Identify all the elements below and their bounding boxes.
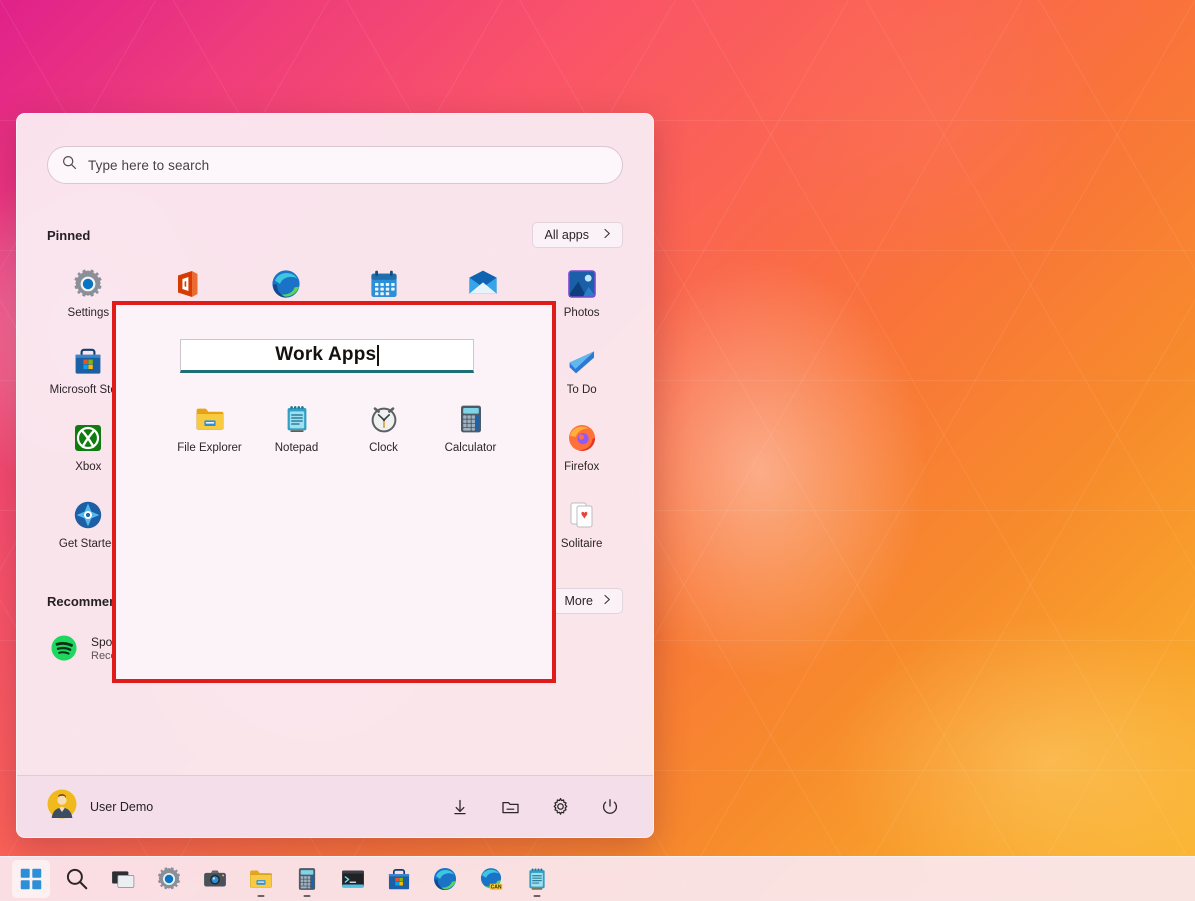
pinned-app-label: Get Started [59, 538, 118, 550]
chevron-right-icon [603, 594, 612, 608]
power-button[interactable] [597, 794, 623, 820]
folder-app-tile[interactable]: Calculator [429, 399, 512, 458]
pinned-app-label: Xbox [75, 461, 101, 473]
desktop[interactable]: Type here to search Pinned All apps Sett… [0, 0, 1195, 901]
pinned-app-label: Settings [68, 307, 110, 319]
taskbar-item-file-explorer[interactable] [242, 860, 280, 898]
folder-apps-grid: File Explorer Notepad Clock Calculator [116, 373, 552, 458]
more-button[interactable]: More [552, 588, 623, 614]
pinned-app-label: Solitaire [561, 538, 603, 550]
folder-app-tile[interactable]: Clock [342, 399, 425, 458]
search-icon [64, 866, 90, 892]
svg-text:CAN: CAN [491, 884, 502, 890]
taskbar-item-task-view[interactable] [104, 860, 142, 898]
calendar-icon [368, 268, 400, 300]
running-indicator [258, 895, 265, 898]
folder-app-label: File Explorer [177, 442, 242, 454]
pinned-app-label: Photos [564, 307, 600, 319]
search-icon [62, 155, 77, 175]
settings-gear-icon [72, 268, 104, 300]
running-indicator [534, 895, 541, 898]
more-label: More [565, 594, 593, 608]
taskbar-item-notepad[interactable] [518, 860, 556, 898]
taskbar-item-settings[interactable] [150, 860, 188, 898]
terminal-icon [340, 866, 366, 892]
taskbar: CAN [0, 856, 1195, 901]
folder-icon [248, 866, 274, 892]
text-caret [377, 345, 379, 366]
folder-rename-dialog: Work Apps File Explorer Notepad Clock Calcu… [112, 301, 556, 683]
solitaire-icon [566, 499, 598, 531]
settings-button[interactable] [547, 794, 573, 820]
notepad-icon [281, 403, 313, 435]
folder-app-tile[interactable]: Notepad [255, 399, 338, 458]
calculator-icon [455, 403, 487, 435]
todo-check-icon [566, 345, 598, 377]
spotify-icon [49, 633, 79, 663]
search-input[interactable]: Type here to search [47, 146, 623, 184]
taskbar-item-edge-canary[interactable]: CAN [472, 860, 510, 898]
windows-start-icon [18, 866, 44, 892]
taskbar-item-calculator[interactable] [288, 860, 326, 898]
get-started-icon [72, 499, 104, 531]
downloads-button[interactable] [447, 794, 473, 820]
photos-icon [566, 268, 598, 300]
chevron-right-icon [603, 228, 612, 242]
edge-icon [432, 866, 458, 892]
xbox-icon [72, 422, 104, 454]
microsoft-store-icon [386, 866, 412, 892]
microsoft-store-icon [72, 345, 104, 377]
all-apps-button[interactable]: All apps [532, 222, 623, 248]
user-bar: User Demo [17, 775, 653, 837]
user-name-label: User Demo [90, 800, 153, 814]
search-row: Type here to search [17, 114, 653, 184]
notepad-icon [524, 866, 550, 892]
clock-icon [368, 403, 400, 435]
edge-canary-icon: CAN [478, 866, 504, 892]
folder-app-tile[interactable]: File Explorer [168, 399, 251, 458]
pinned-header: Pinned All apps [17, 184, 653, 248]
office-icon [171, 268, 203, 300]
firefox-icon [566, 422, 598, 454]
folder-icon [194, 403, 226, 435]
user-avatar-icon [47, 789, 77, 824]
mail-envelope-icon [467, 268, 499, 300]
folder-name-value: Work Apps [275, 344, 376, 366]
pinned-app-label: Firefox [564, 461, 599, 473]
folder-app-label: Calculator [445, 442, 497, 454]
calculator-icon [294, 866, 320, 892]
taskbar-item-start[interactable] [12, 860, 50, 898]
folder-app-label: Notepad [275, 442, 318, 454]
taskbar-item-microsoft-edge[interactable] [426, 860, 464, 898]
documents-button[interactable] [497, 794, 523, 820]
camera-icon [202, 866, 228, 892]
all-apps-label: All apps [545, 228, 589, 242]
taskbar-item-search[interactable] [58, 860, 96, 898]
running-indicator [304, 895, 311, 898]
search-placeholder-text: Type here to search [88, 158, 209, 173]
taskbar-item-microsoft-store[interactable] [380, 860, 418, 898]
pinned-title: Pinned [47, 228, 90, 243]
folder-name-input[interactable]: Work Apps [180, 339, 474, 373]
user-account-button[interactable]: User Demo [47, 789, 153, 824]
folder-name-wrapper: Work Apps [116, 305, 552, 373]
settings-gear-icon [156, 866, 182, 892]
edge-icon [270, 268, 302, 300]
user-bar-actions [447, 794, 623, 820]
task-view-icon [110, 866, 136, 892]
pinned-app-label: To Do [567, 384, 597, 396]
folder-app-label: Clock [369, 442, 398, 454]
taskbar-item-terminal[interactable] [334, 860, 372, 898]
taskbar-item-camera[interactable] [196, 860, 234, 898]
